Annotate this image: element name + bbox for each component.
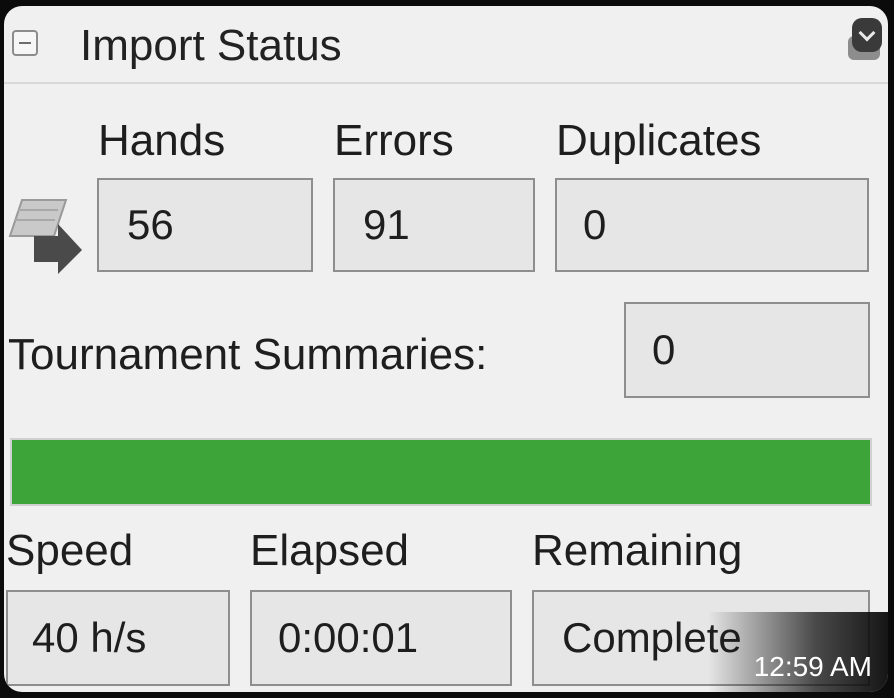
import-status-panel: Import Status Hands Errors Duplicates 56… (4, 6, 888, 692)
duplicates-label: Duplicates (556, 116, 762, 165)
tournament-summaries-field: 0 (624, 302, 870, 398)
hands-label: Hands (98, 116, 226, 165)
speed-field: 40 h/s (6, 590, 230, 686)
title-bar: Import Status (4, 6, 888, 84)
tournament-summaries-label: Tournament Summaries: (8, 330, 488, 379)
errors-label: Errors (334, 116, 454, 165)
chevron-down-icon[interactable] (852, 18, 882, 52)
elapsed-field: 0:00:01 (250, 590, 512, 686)
remaining-label: Remaining (532, 526, 743, 575)
elapsed-label: Elapsed (250, 526, 410, 575)
errors-field: 91 (333, 178, 535, 272)
import-progress-bar (10, 438, 872, 506)
speed-label: Speed (6, 526, 134, 575)
hands-field: 56 (97, 178, 313, 272)
collapse-icon[interactable] (12, 30, 38, 56)
import-progress-fill (12, 440, 870, 504)
panel-title: Import Status (80, 21, 342, 70)
system-clock: 12:59 AM (753, 651, 872, 682)
import-arrow-icon (8, 199, 82, 274)
duplicates-field: 0 (555, 178, 869, 272)
